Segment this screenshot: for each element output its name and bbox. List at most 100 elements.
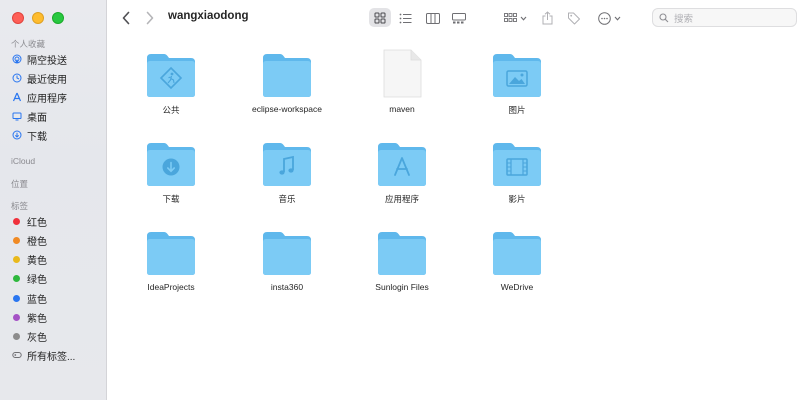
file-item-insta360[interactable]: insta360 [232,228,342,292]
sidebar-tag-yellow[interactable]: 黄色 [12,252,47,267]
zoom-button[interactable] [52,12,64,24]
sidebar-item-label: 黄色 [27,255,47,267]
file-item-label: maven [389,104,415,114]
sidebar-tag-gray[interactable]: 灰色 [12,329,47,344]
file-item-maven[interactable]: maven [347,48,457,114]
chevron-down-icon [520,16,526,21]
sidebar-item-label: 最近使用 [27,74,67,86]
ellipsis-circle-icon [597,11,611,25]
tag-color-dot [13,274,20,282]
sidebar-item-label: 桌面 [27,112,47,124]
file-item-label: insta360 [270,282,304,292]
column-view-button[interactable] [425,10,441,26]
music-folder-icon [263,143,311,186]
sidebar-tag-purple[interactable]: 紫色 [12,310,47,325]
folder-icon [147,232,195,275]
window-title: wangxiaodong [168,10,249,22]
file-item-label: 图片 [508,105,526,115]
file-item-pictures[interactable]: 图片 [462,50,572,116]
airdrop-icon [12,54,22,64]
tags-icon [12,350,22,360]
sidebar-tag-blue[interactable]: 蓝色 [12,291,47,306]
tag-color-dot [13,294,20,302]
document-icon [383,49,422,98]
sidebar-tag-red[interactable]: 红色 [12,214,47,229]
sidebar-item-recents[interactable]: 最近使用 [12,71,67,86]
movies-folder-icon [493,143,541,186]
sidebar-item-label: 红色 [27,217,47,229]
sidebar-item-label: 下载 [27,131,47,143]
list-view-button[interactable] [397,10,413,26]
file-item-label: 影片 [508,194,526,204]
file-item-applications[interactable]: 应用程序 [347,139,457,205]
share-button[interactable] [540,9,554,26]
file-item-label: 公共 [162,105,180,115]
tag-color-dot [13,313,20,321]
clock-icon [12,73,22,83]
search-placeholder: 搜索 [674,13,694,25]
sidebar-item-desktop[interactable]: 桌面 [12,109,47,124]
sidebar-item-downloads[interactable]: 下载 [12,128,47,143]
tag-color-dot [13,236,20,244]
action-menu-button[interactable] [596,10,622,26]
public-folder-icon [147,54,195,97]
pictures-folder-icon [493,54,541,97]
file-item-sunlogin-files[interactable]: Sunlogin Files [347,228,457,292]
sidebar-item-applications[interactable]: 应用程序 [12,90,67,105]
file-item-downloads[interactable]: 下载 [116,139,226,205]
file-item-music[interactable]: 音乐 [232,139,342,205]
search-icon [659,12,669,22]
folder-icon [378,232,426,275]
folder-icon [493,232,541,275]
file-item-wedrive[interactable]: WeDrive [462,228,572,292]
close-button[interactable] [12,12,24,24]
chevron-left-icon [122,11,130,24]
icon-view-button[interactable] [369,8,391,27]
file-item-label: 音乐 [278,194,296,204]
sidebar-item-airdrop[interactable]: 隔空投送 [12,52,67,67]
finder-window: 个人收藏 隔空投送 最近使用 应用程序 桌面 下载 iCloud 位置 标签 红… [0,0,806,400]
folder-icon [263,232,311,275]
sidebar-tag-orange[interactable]: 橙色 [12,233,47,248]
applications-folder-icon [378,143,426,186]
file-item-label: eclipse-workspace [252,104,322,114]
tag-color-dot [13,332,20,340]
file-item-ideaprojects[interactable]: IdeaProjects [116,228,226,292]
sidebar-item-label: 应用程序 [27,93,67,105]
applications-icon [12,92,22,102]
sidebar-all-tags[interactable]: 所有标签... [12,348,76,363]
locations-section-title[interactable]: 位置 [11,178,28,190]
chevron-right-icon [146,11,154,24]
list-icon [399,13,411,23]
desktop-icon [12,111,22,121]
tag-color-dot [13,255,20,263]
forward-button[interactable] [144,10,156,25]
file-item-movies[interactable]: 影片 [462,139,572,205]
sidebar-item-label: 紫色 [27,313,47,325]
minimize-button[interactable] [32,12,44,24]
file-grid: 公共 eclipse-workspace maven 图片 下载 音乐 应用程序… [107,36,806,400]
gallery-icon [452,12,466,23]
sidebar-item-label: 所有标签... [27,351,76,363]
sidebar-tag-green[interactable]: 绿色 [12,271,47,286]
tag-button[interactable] [566,10,582,26]
sidebar: 个人收藏 隔空投送 最近使用 应用程序 桌面 下载 iCloud 位置 标签 红… [0,0,107,400]
back-button[interactable] [120,10,132,25]
grid-icon [374,12,386,23]
downloads-folder-icon [147,143,195,186]
sidebar-item-label: 隔空投送 [27,55,67,67]
group-grid-icon [503,12,517,22]
download-icon [12,130,22,140]
gallery-view-button[interactable] [451,10,467,26]
tag-color-dot [13,217,20,225]
file-item-label: IdeaProjects [147,282,195,292]
search-field[interactable]: 搜索 [652,8,797,27]
sidebar-item-label: 灰色 [27,332,47,344]
group-by-button[interactable] [502,10,528,26]
columns-icon [426,12,440,24]
tags-section-title[interactable]: 标签 [11,200,28,212]
file-item-public[interactable]: 公共 [116,50,226,116]
file-item-eclipse-workspace[interactable]: eclipse-workspace [232,50,342,114]
tag-icon [568,12,580,25]
icloud-section-title[interactable]: iCloud [11,156,35,166]
